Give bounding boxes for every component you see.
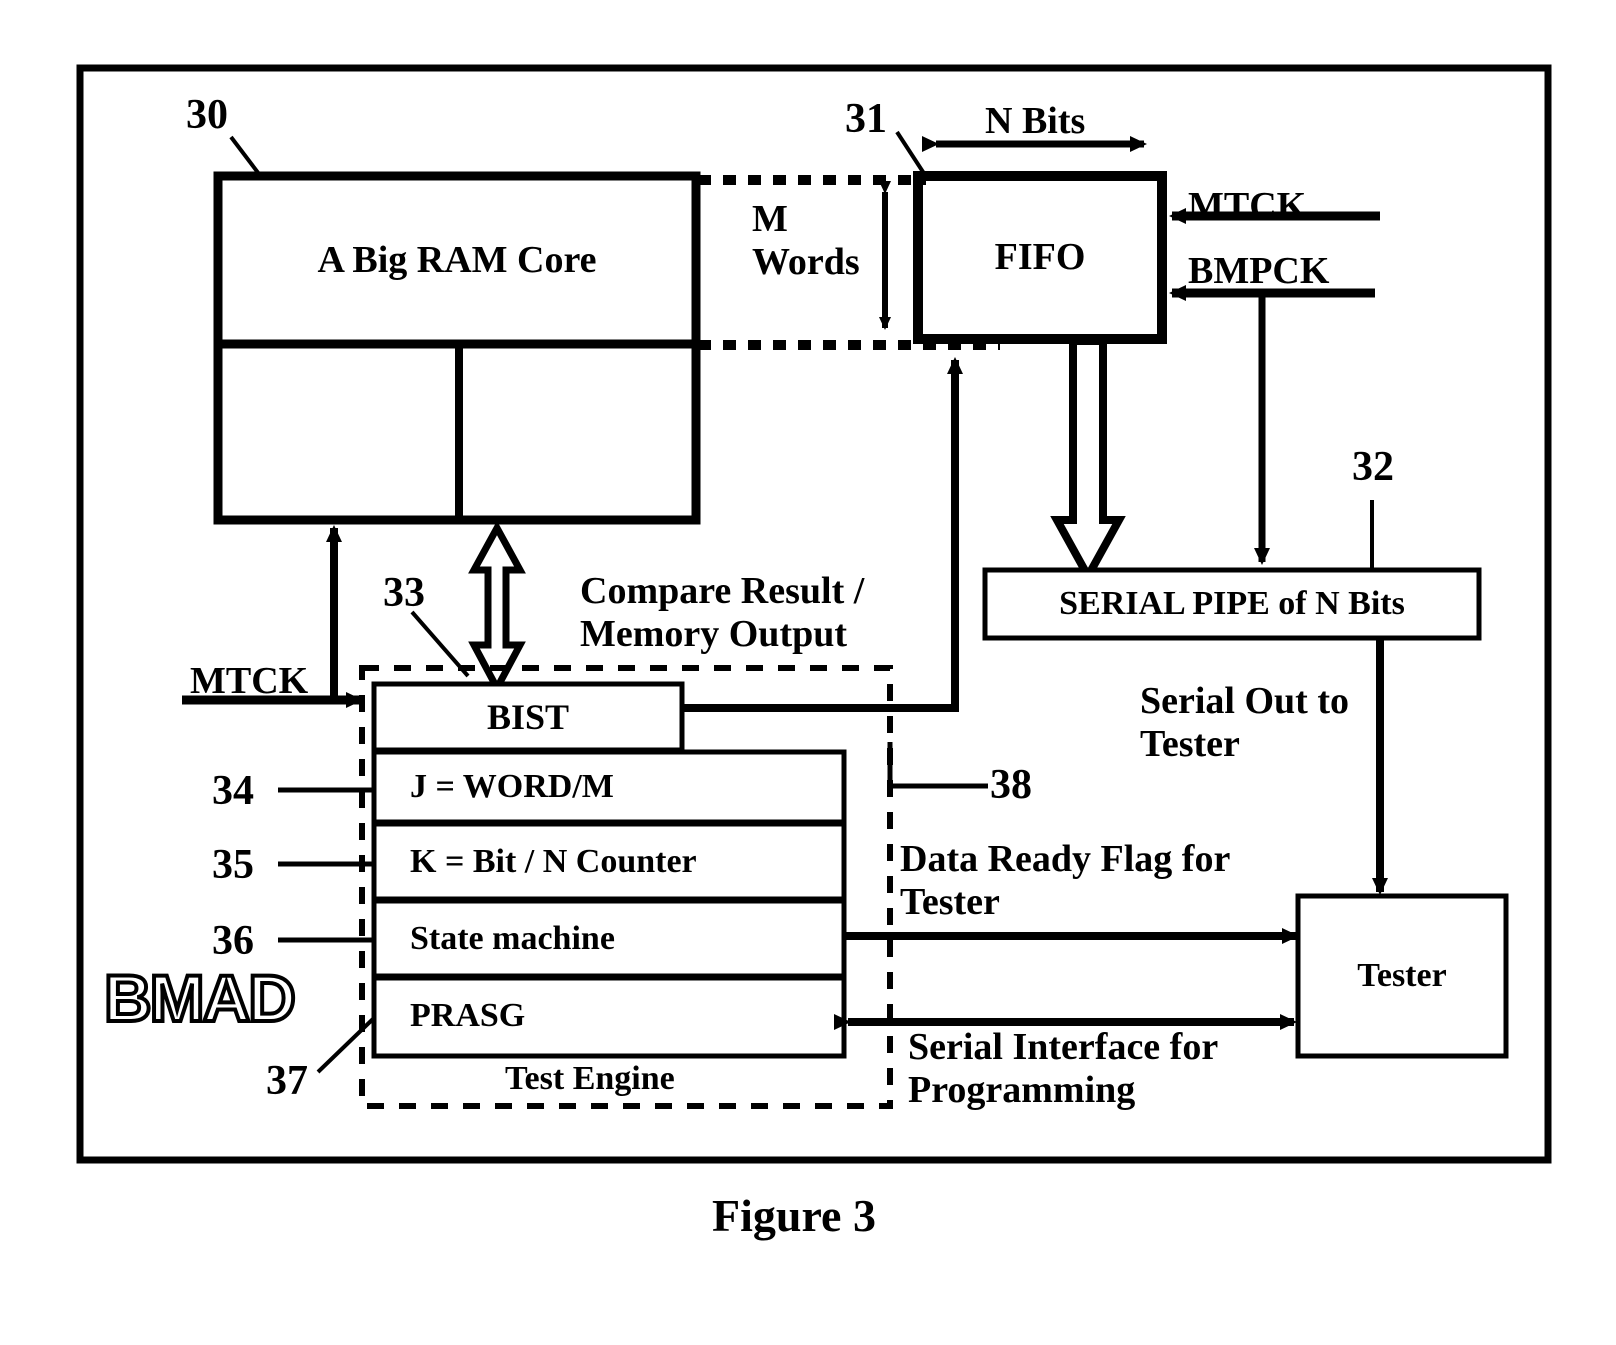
prasg-label: PRASG [410, 997, 526, 1034]
ref-numeral-38: 38 [990, 762, 1032, 808]
m-words-label: M Words [752, 198, 860, 283]
j-counter-label: J = WORD/M [410, 768, 614, 805]
leader-line-38 [887, 742, 988, 789]
ram-core-label: A Big RAM Core [317, 238, 597, 281]
data-ready-label: Data Ready Flag for Tester [900, 838, 1231, 923]
state-machine-label: State machine [410, 920, 615, 957]
ref-numeral-34: 34 [212, 768, 254, 814]
mtck-fifo-label: MTCK [1188, 185, 1307, 227]
mtck-bist-label: MTCK [190, 660, 309, 702]
compare-result-path [682, 357, 963, 712]
tester-label: Tester [1357, 956, 1447, 994]
ref-numeral-37: 37 [266, 1058, 308, 1104]
ref-numeral-33: 33 [383, 570, 425, 616]
leader-line-31 [895, 130, 927, 177]
figure-caption: Figure 3 [712, 1190, 876, 1241]
ref-numeral-35: 35 [212, 842, 254, 888]
fifo-label: FIFO [994, 236, 1086, 279]
ref-numeral-31: 31 [845, 96, 887, 142]
test-engine-label: Test Engine [505, 1060, 675, 1097]
ref-numeral-32: 32 [1352, 444, 1394, 490]
figure-canvas: 30 31 32 33 34 35 36 37 38 A Big RAM Cor… [0, 0, 1616, 1345]
memory-bus-hollow-double-arrow [468, 520, 526, 696]
ref-numeral-36: 36 [212, 918, 254, 964]
serial-interface-label: Serial Interface for Programming [908, 1026, 1219, 1111]
fifo-output-hollow-arrow [1050, 337, 1126, 585]
compare-result-label: Compare Result / Memory Output [580, 570, 865, 655]
serial-out-label: Serial Out to Tester [1140, 680, 1349, 765]
bist-label: BIST [486, 696, 570, 737]
n-bits-label: N Bits [985, 100, 1086, 142]
leader-line-37 [316, 1016, 376, 1074]
bmpck-label: BMPCK [1188, 250, 1330, 292]
ref-numeral-30: 30 [186, 92, 228, 138]
serial-pipe-label: SERIAL PIPE of N Bits [1059, 584, 1405, 622]
k-counter-label: K = Bit / N Counter [410, 843, 697, 880]
bmad-logo: BMAD [102, 959, 298, 1037]
